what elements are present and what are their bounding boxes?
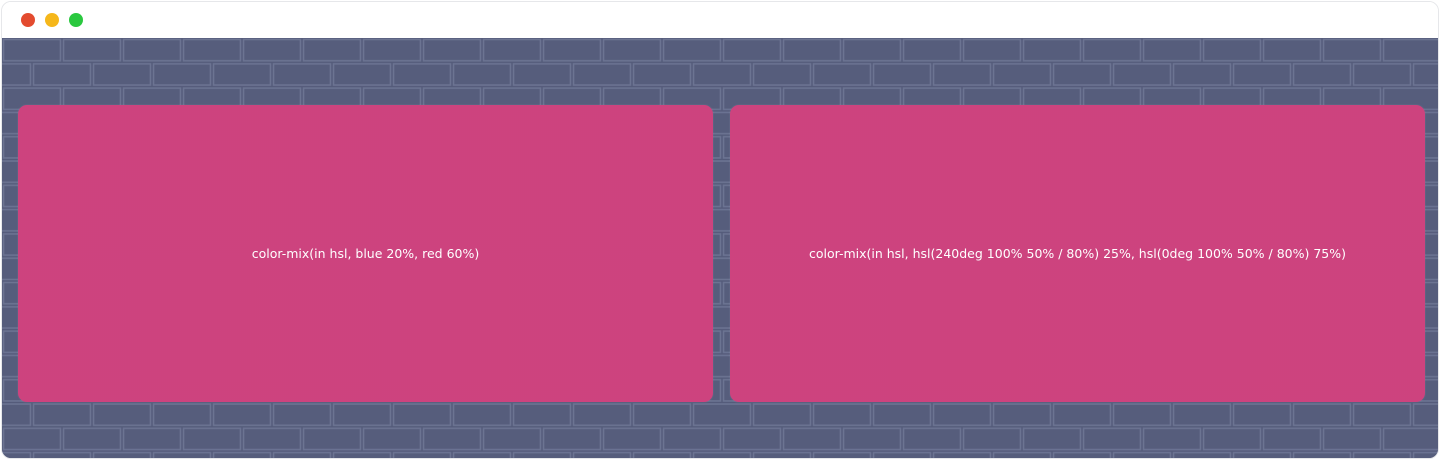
minimize-window-button[interactable] [45,13,59,27]
panel-right-label: color-mix(in hsl, hsl(240deg 100% 50% / … [808,246,1347,261]
browser-window: color-mix(in hsl, blue 20%, red 60%) col… [1,1,1439,459]
window-titlebar [2,2,1438,38]
page-viewport: color-mix(in hsl, blue 20%, red 60%) col… [2,38,1438,458]
color-mix-panel-right: color-mix(in hsl, hsl(240deg 100% 50% / … [730,105,1425,402]
maximize-window-button[interactable] [69,13,83,27]
close-window-button[interactable] [21,13,35,27]
color-mix-panel-left: color-mix(in hsl, blue 20%, red 60%) [18,105,713,402]
panel-left-label: color-mix(in hsl, blue 20%, red 60%) [251,246,480,261]
